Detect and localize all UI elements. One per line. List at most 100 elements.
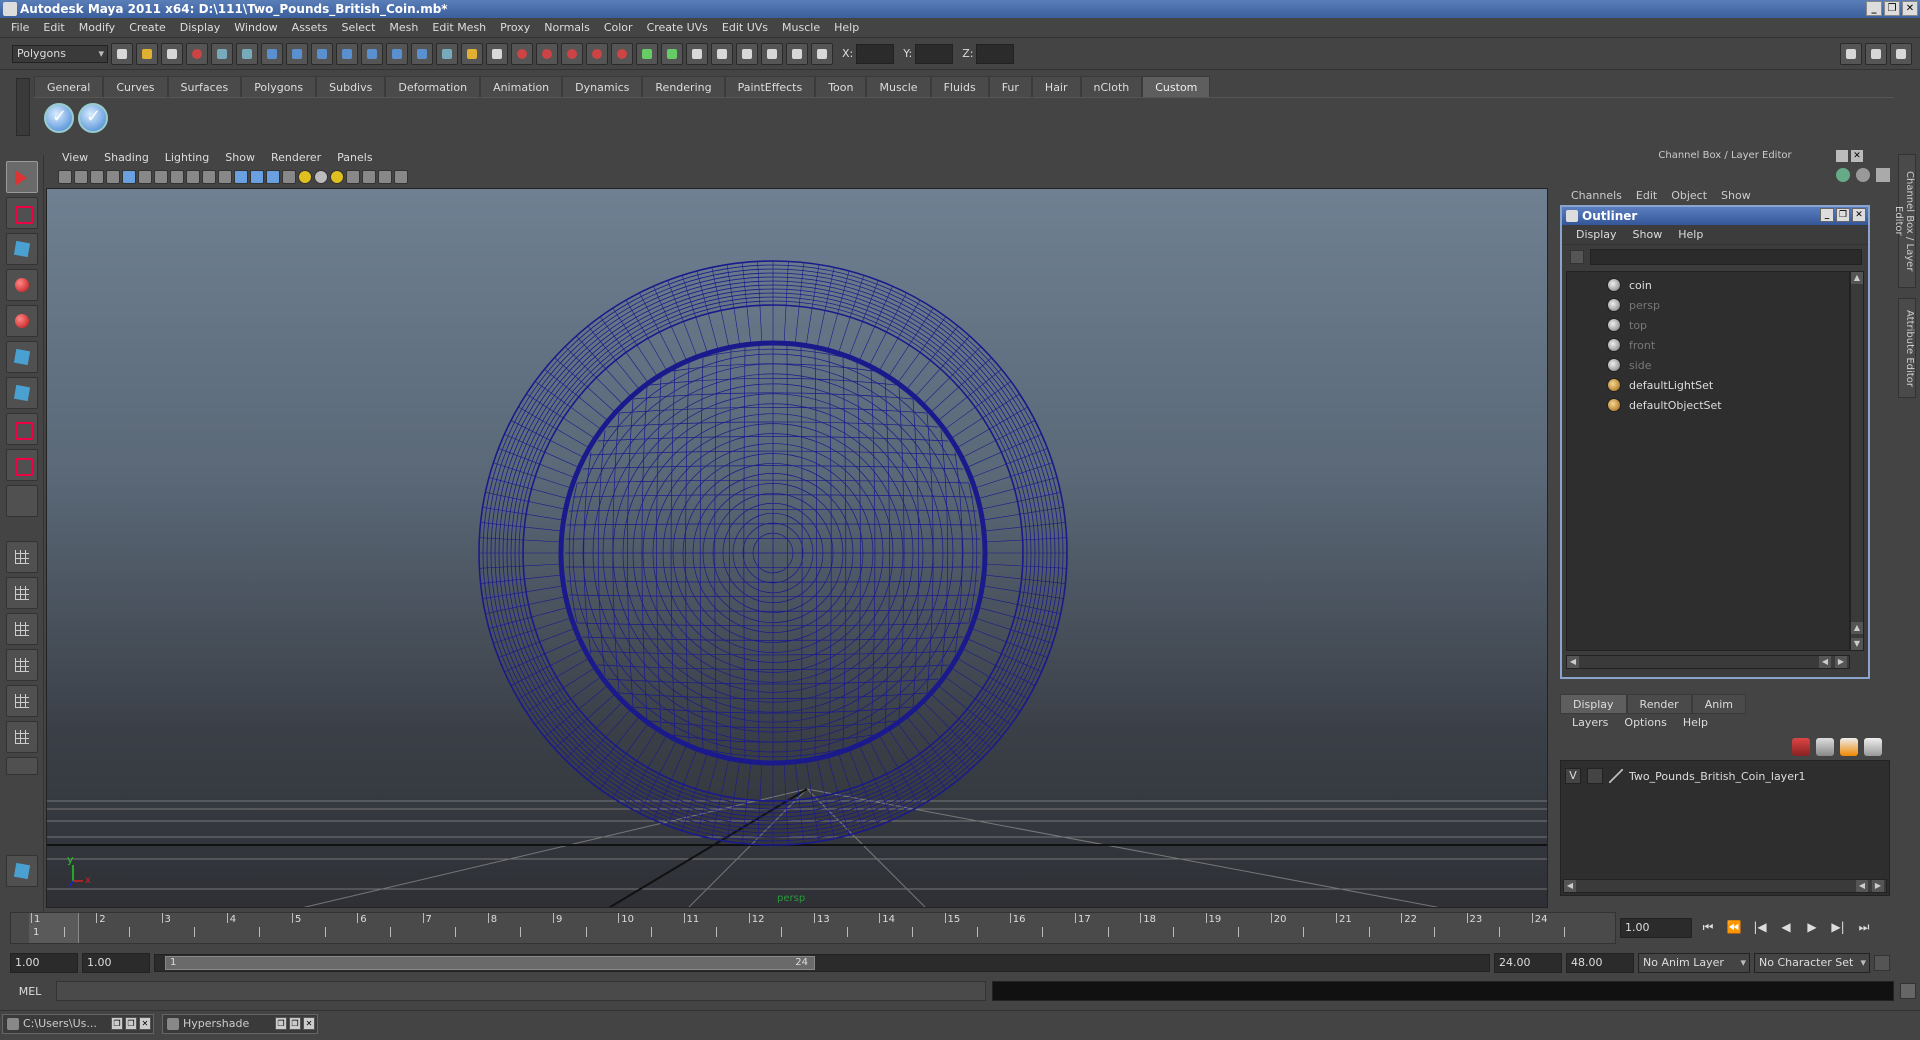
layout-hypershade-icon[interactable] bbox=[6, 685, 38, 717]
shelf-tab-painteffects[interactable]: PaintEffects bbox=[724, 76, 816, 97]
toggle-tool-settings-icon[interactable] bbox=[1865, 42, 1887, 65]
shelf-check-icon-2[interactable] bbox=[78, 103, 108, 133]
float-panel-icon[interactable] bbox=[1836, 150, 1848, 162]
select-object-icon[interactable] bbox=[211, 42, 233, 65]
manipulator-tool-icon[interactable] bbox=[6, 377, 38, 409]
layer-menu-layers[interactable]: Layers bbox=[1564, 716, 1616, 734]
shelf-tab-toon[interactable]: Toon bbox=[815, 76, 867, 97]
shelf-menu-handle[interactable] bbox=[16, 78, 30, 136]
side-tab-channel-box[interactable]: Channel Box / Layer Editor bbox=[1893, 154, 1916, 288]
shelf-tab-deformation[interactable]: Deformation bbox=[385, 76, 481, 97]
menu-assets[interactable]: Assets bbox=[285, 21, 335, 34]
create-empty-layer-icon[interactable] bbox=[1840, 738, 1858, 756]
high-quality-icon[interactable] bbox=[394, 170, 408, 184]
cb-menu-show[interactable]: Show bbox=[1714, 189, 1758, 205]
shadows-icon[interactable] bbox=[330, 170, 344, 184]
menu-color[interactable]: Color bbox=[597, 21, 640, 34]
highlight-selection-icon[interactable] bbox=[486, 42, 508, 65]
shelf-tab-muscle[interactable]: Muscle bbox=[866, 76, 931, 97]
layer-menu-options[interactable]: Options bbox=[1616, 716, 1674, 734]
mask-dynamics-icon[interactable] bbox=[386, 42, 408, 65]
resolution-gate-icon[interactable] bbox=[154, 170, 168, 184]
outliner-item-coin[interactable]: coin bbox=[1607, 276, 1652, 294]
shelf-tab-dynamics[interactable]: Dynamics bbox=[562, 76, 643, 97]
outliner-menu-display[interactable]: Display bbox=[1568, 228, 1625, 241]
scroll-up-arrow-icon[interactable]: ▲ bbox=[1851, 272, 1863, 284]
step-back-key-icon[interactable]: ⏪ bbox=[1724, 918, 1744, 936]
show-manipulator-icon[interactable] bbox=[6, 449, 38, 481]
layer-visibility-toggle[interactable]: V bbox=[1565, 768, 1581, 784]
scroll-left-arrow-icon[interactable]: ◀ bbox=[1856, 880, 1868, 892]
outliner-menu-help[interactable]: Help bbox=[1670, 228, 1711, 241]
playback-start-field[interactable]: 1.00 bbox=[82, 953, 150, 973]
outliner-item-front[interactable]: front bbox=[1607, 336, 1655, 354]
snap-grid-icon[interactable] bbox=[511, 42, 533, 65]
animation-start-field[interactable]: 1.00 bbox=[10, 953, 78, 973]
shelf-check-icon[interactable] bbox=[44, 103, 74, 133]
layer-menu-help[interactable]: Help bbox=[1675, 716, 1716, 734]
animation-end-field[interactable]: 48.00 bbox=[1566, 953, 1634, 973]
viewport-menu-shading[interactable]: Shading bbox=[96, 151, 157, 164]
shelf-tab-custom[interactable]: Custom bbox=[1142, 76, 1211, 97]
layout-four-view-icon[interactable] bbox=[6, 577, 38, 609]
minimized-window-hypershade[interactable]: Hypershade ❐ ❐ ✕ bbox=[162, 1014, 318, 1034]
layer-tab-display[interactable]: Display bbox=[1560, 694, 1627, 714]
camera-attributes-icon[interactable] bbox=[74, 170, 88, 184]
new-scene-icon[interactable] bbox=[111, 42, 133, 65]
camera-select-icon[interactable] bbox=[58, 170, 72, 184]
bookmarks-icon[interactable] bbox=[90, 170, 104, 184]
lock-selection-icon[interactable] bbox=[461, 42, 483, 65]
outliner-filter-icon[interactable] bbox=[1570, 250, 1584, 264]
shelf-tab-fur[interactable]: Fur bbox=[988, 76, 1032, 97]
move-tool-icon[interactable] bbox=[6, 269, 38, 301]
output-ops-icon[interactable] bbox=[661, 42, 683, 65]
make-live-icon[interactable] bbox=[611, 42, 633, 65]
command-language-label[interactable]: MEL bbox=[10, 985, 50, 998]
wireframe-icon[interactable] bbox=[234, 170, 248, 184]
move-layer-down-icon[interactable] bbox=[1816, 738, 1834, 756]
menu-window[interactable]: Window bbox=[227, 21, 284, 34]
x-field[interactable] bbox=[856, 43, 895, 64]
restore-button[interactable]: ❐ bbox=[1884, 1, 1900, 16]
mask-joints-icon[interactable] bbox=[286, 42, 308, 65]
close-panel-icon[interactable]: ✕ bbox=[1851, 150, 1863, 162]
mask-rendering-icon[interactable] bbox=[411, 42, 433, 65]
viewport-menu-panels[interactable]: Panels bbox=[329, 151, 380, 164]
save-scene-icon[interactable] bbox=[161, 42, 183, 65]
task-close-button[interactable]: ✕ bbox=[303, 1017, 315, 1030]
render-settings-icon[interactable] bbox=[786, 42, 808, 65]
range-slider-handle[interactable]: 1 24 bbox=[165, 956, 815, 970]
film-gate-icon[interactable] bbox=[138, 170, 152, 184]
menu-create-uvs[interactable]: Create UVs bbox=[640, 21, 715, 34]
wireframe-on-shaded-icon[interactable] bbox=[266, 170, 280, 184]
gate-mask-icon[interactable] bbox=[170, 170, 184, 184]
safe-title-icon[interactable] bbox=[218, 170, 232, 184]
outliner-horizontal-scrollbar[interactable]: ◀ ◀ ▶ bbox=[1566, 655, 1850, 669]
menu-edit-uvs[interactable]: Edit UVs bbox=[715, 21, 775, 34]
menu-set-selector[interactable]: Polygons bbox=[12, 44, 108, 63]
layout-single-perspective-icon[interactable] bbox=[6, 541, 38, 573]
lasso-tool-icon[interactable] bbox=[6, 197, 38, 229]
step-back-frame-icon[interactable]: |◀ bbox=[1750, 918, 1770, 936]
anim-layer-selector[interactable]: No Anim Layer bbox=[1638, 953, 1750, 973]
scroll-right-arrow-icon[interactable]: ▶ bbox=[1872, 880, 1884, 892]
snap-point-icon[interactable] bbox=[561, 42, 583, 65]
task-restore-button[interactable]: ❐ bbox=[275, 1017, 287, 1030]
viewport-menu-view[interactable]: View bbox=[54, 151, 96, 164]
scale-tool-icon[interactable] bbox=[6, 341, 38, 373]
scroll-left-arrow-icon[interactable]: ◀ bbox=[1819, 656, 1831, 668]
render-current-icon[interactable] bbox=[736, 42, 758, 65]
safe-action-icon[interactable] bbox=[202, 170, 216, 184]
field-chart-icon[interactable] bbox=[186, 170, 200, 184]
scroll-left-arrow-icon[interactable]: ◀ bbox=[1564, 880, 1576, 892]
task-maximize-button[interactable]: ❐ bbox=[289, 1017, 301, 1030]
outliner-item-defaultobjectset[interactable]: defaultObjectSet bbox=[1607, 396, 1722, 414]
layer-tab-anim[interactable]: Anim bbox=[1691, 694, 1746, 714]
open-scene-icon[interactable] bbox=[136, 42, 158, 65]
character-set-selector[interactable]: No Character Set bbox=[1754, 953, 1870, 973]
ipr-render-icon[interactable] bbox=[761, 42, 783, 65]
range-slider[interactable]: 1 24 bbox=[154, 954, 1490, 972]
channel-box-manip-icon[interactable] bbox=[1836, 168, 1850, 182]
outliner-vertical-scrollbar[interactable]: ▲ ▲ ▼ bbox=[1850, 271, 1864, 651]
snap-view-plane-icon[interactable] bbox=[586, 42, 608, 65]
